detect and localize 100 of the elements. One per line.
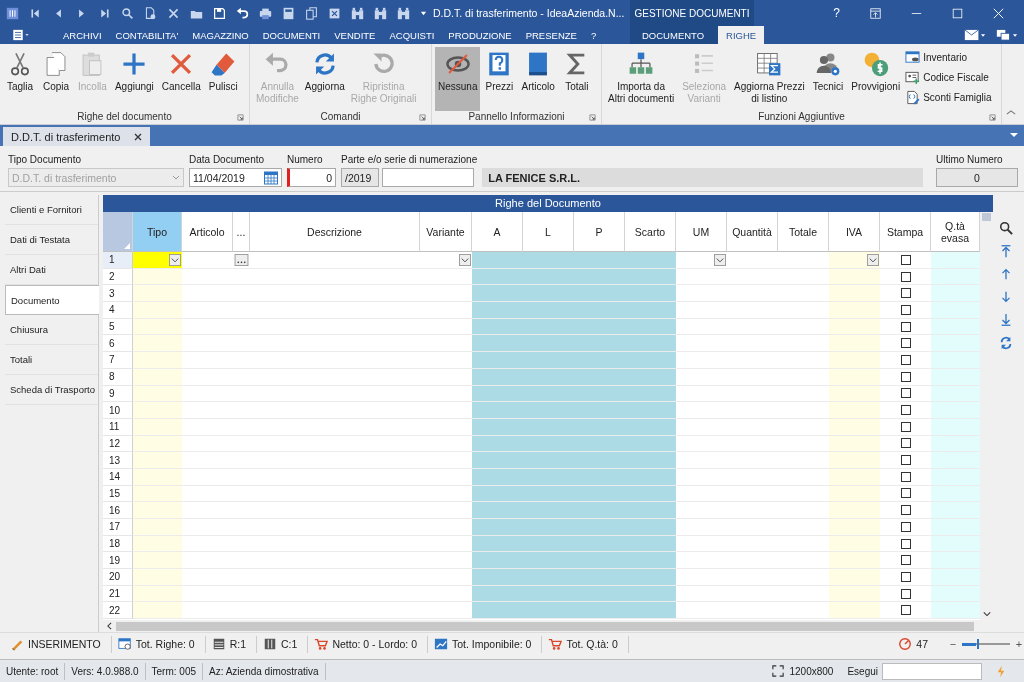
windows-icon[interactable] [996,29,1018,41]
checkbox[interactable] [900,521,911,532]
checkbox[interactable] [900,438,911,449]
checkbox[interactable] [900,304,911,315]
column-header[interactable]: P [574,212,625,252]
checkbox[interactable] [900,455,911,466]
column-header[interactable]: Variante [420,212,472,252]
ribbon-button[interactable]: Totali [559,47,594,111]
document-tab[interactable]: D.D.T. di trasferimento [3,127,151,146]
scroll-left-icon[interactable] [107,622,112,630]
ribbon-button[interactable]: Taglia [3,47,37,111]
scrollbar-thumb[interactable] [982,213,991,221]
dialog-launcher-icon[interactable] [589,114,596,121]
maximize-icon[interactable] [952,7,963,19]
ribbon-button[interactable]: Codice Fiscale [905,68,992,87]
ribbon-tab[interactable]: RIGHE [718,26,765,44]
column-header[interactable]: L [523,212,574,252]
dropdown-icon[interactable] [459,253,471,266]
checkbox[interactable] [900,271,911,282]
collapse-ribbon-icon[interactable] [1006,109,1016,116]
command-input-field[interactable] [882,662,982,680]
menu-tab[interactable]: CONTABILITA' [108,26,186,44]
dialog-launcher-icon[interactable] [419,114,426,121]
ribbon-display-icon[interactable] [870,7,881,19]
column-header[interactable]: Totale [778,212,829,252]
help-button[interactable]: ? [833,6,840,20]
app-menu-icon[interactable] [12,29,30,41]
checkbox[interactable] [900,571,911,582]
checkbox[interactable] [900,371,911,382]
menu-tab[interactable]: DOCUMENTI [255,26,328,44]
menu-tab[interactable]: ACQUISTI [382,26,442,44]
print-icon[interactable] [259,6,272,20]
column-header[interactable]: A [472,212,523,252]
checkbox[interactable] [900,605,911,616]
menu-tab[interactable]: MAGAZZINO [185,26,256,44]
close-icon[interactable] [134,132,143,141]
move-to-bottom-icon[interactable] [999,313,1013,327]
checkbox[interactable] [900,488,911,499]
arrow-up-icon[interactable] [999,267,1013,281]
column-header[interactable]: Articolo [182,212,233,252]
first-record-icon[interactable] [29,6,42,20]
menu-tab[interactable]: PRESENZE [518,26,584,44]
side-nav-item[interactable]: Documento [5,285,99,315]
ribbon-button[interactable]: Provvigioni [848,47,904,111]
column-header[interactable]: Quantità [727,212,778,252]
search-icon[interactable] [121,6,134,20]
dropdown-icon[interactable] [169,253,181,266]
ribbon-button[interactable]: Nessuna [435,47,481,111]
app-logo-icon[interactable] [6,6,19,20]
side-nav-item[interactable]: Scheda di Trasporto [5,375,98,405]
ribbon-button[interactable]: Aggiorna Prezzi di listino [731,47,808,111]
calendar-icon[interactable] [264,170,278,185]
checkbox[interactable] [900,321,911,332]
side-nav-item[interactable]: Totali [5,345,98,375]
ribbon-button[interactable]: Importa da Altri documenti [605,47,678,111]
caret-icon[interactable] [1010,132,1018,138]
checkbox[interactable] [900,471,911,482]
binoculars-icon[interactable] [374,6,387,20]
checkbox[interactable] [900,538,911,549]
undo-icon[interactable] [236,6,249,20]
move-to-top-icon[interactable] [999,244,1013,258]
ribbon-button[interactable]: Sconti Famiglia [905,88,992,107]
binoculars-icon[interactable] [397,6,410,20]
series-field[interactable]: /2019 [341,168,379,187]
ribbon-button[interactable]: Prezzi [482,47,517,111]
date-field[interactable]: 11/04/2019 [189,168,282,187]
checkbox[interactable] [900,505,911,516]
ribbon-button[interactable]: Pulisci [205,47,241,111]
checkbox[interactable] [900,555,911,566]
column-header[interactable]: Stampa [880,212,931,252]
close-icon[interactable] [167,6,180,20]
binoculars-icon[interactable] [351,6,364,20]
dialog-launcher-icon[interactable] [989,114,996,121]
delete-icon[interactable] [328,6,341,20]
checkbox[interactable] [900,405,911,416]
ribbon-button[interactable]: Inventario [905,48,992,67]
checkbox[interactable] [900,421,911,432]
zoom-out-button[interactable]: − [948,638,958,650]
number-field[interactable]: 0 [287,168,336,187]
series-input-field[interactable] [382,168,474,187]
dropdown-icon[interactable] [867,253,879,266]
new-document-icon[interactable] [144,6,157,20]
checkbox[interactable] [900,288,911,299]
menu-tab[interactable]: ? [583,26,604,44]
refresh-icon[interactable] [999,336,1013,350]
checkbox[interactable] [900,338,911,349]
zoom-in-button[interactable]: + [1014,638,1024,650]
checkbox[interactable] [900,354,911,365]
column-header[interactable]: UM [676,212,727,252]
menu-tab[interactable]: PRODUZIONE [441,26,519,44]
ribbon-button[interactable]: Aggiungi [111,47,157,111]
ribbon-button[interactable]: Cancella [158,47,204,111]
checkbox[interactable] [900,254,911,265]
side-nav-item[interactable]: Dati di Testata [5,225,98,255]
last-record-icon[interactable] [98,6,111,20]
search-icon[interactable] [999,221,1013,235]
copy-icon[interactable] [305,6,318,20]
caret-icon[interactable] [420,9,427,17]
scroll-down-icon[interactable] [982,611,991,617]
ribbon-button[interactable]: Articolo [518,47,558,111]
